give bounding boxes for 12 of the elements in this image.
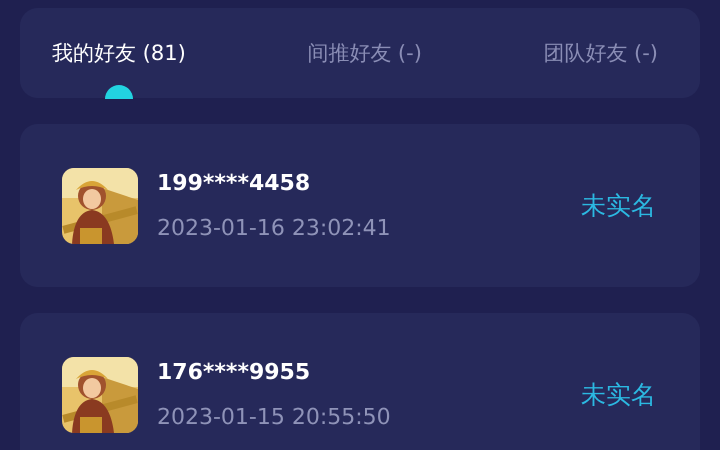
friend-card[interactable]: 176****9955 2023-01-15 20:55:50 未实名 [20, 313, 700, 450]
tab[interactable]: 团队好友 (-) [543, 39, 658, 67]
tab[interactable]: 我的好友 (81) [52, 39, 186, 67]
friend-card[interactable]: 199****4458 2023-01-16 23:02:41 未实名 [20, 124, 700, 287]
phone-number: 199****4458 [157, 170, 312, 196]
verification-status: 未实名 [581, 190, 656, 222]
tab-indicator [104, 85, 133, 99]
tab[interactable]: 间推好友 (-) [307, 39, 422, 67]
verification-status: 未实名 [581, 379, 656, 411]
phone-number: 176****9955 [157, 360, 312, 384]
timestamp: 2023-01-16 23:02:41 [157, 216, 392, 240]
timestamp: 2023-01-15 20:55:50 [157, 404, 392, 430]
